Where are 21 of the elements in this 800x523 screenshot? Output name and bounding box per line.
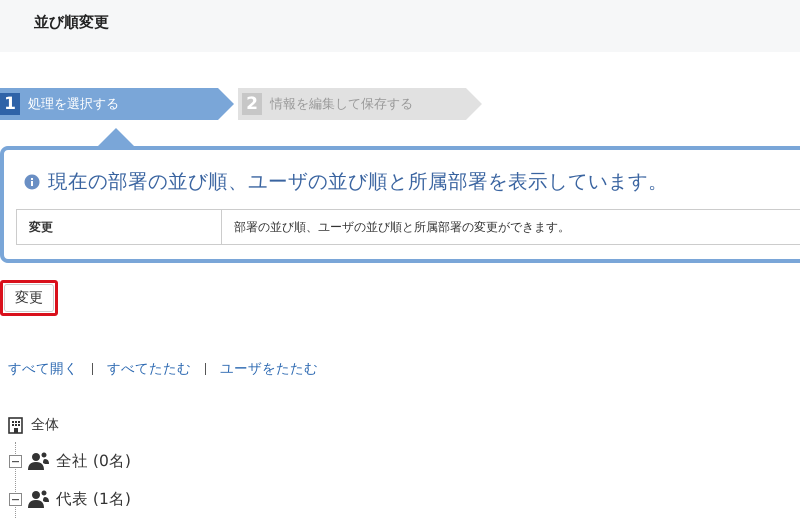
tree-link[interactable]: すべてたたむ	[107, 360, 191, 378]
info-heading: 現在の部署の並び順、ユーザの並び順と所属部署を表示しています。	[48, 169, 668, 195]
page-title: 並び順変更	[34, 12, 109, 32]
tree-link[interactable]: ユーザをたたむ	[220, 360, 318, 378]
tree-node-label[interactable]: 代表 (1名)	[56, 488, 131, 510]
step-label: 情報を編集して保存する	[270, 96, 413, 113]
users-icon	[28, 490, 50, 508]
info-icon	[24, 174, 40, 190]
tree-link[interactable]: すべて開く	[8, 360, 78, 378]
step-number: 2	[242, 93, 262, 115]
step-number: 1	[0, 93, 20, 115]
table-cell: 部署の並び順、ユーザの並び順と所属部署の変更ができます。	[222, 210, 800, 244]
toggle-icon[interactable]	[9, 454, 22, 468]
tree-node-label[interactable]: 全社 (0名)	[56, 450, 131, 472]
change-button[interactable]: 変更	[4, 284, 54, 312]
table-cell: 変更	[16, 210, 222, 244]
users-icon	[28, 452, 50, 470]
tree-node-label[interactable]: 全体	[31, 416, 59, 434]
step-label: 処理を選択する	[28, 96, 119, 113]
building-icon	[8, 416, 23, 434]
toggle-icon[interactable]	[9, 492, 22, 506]
